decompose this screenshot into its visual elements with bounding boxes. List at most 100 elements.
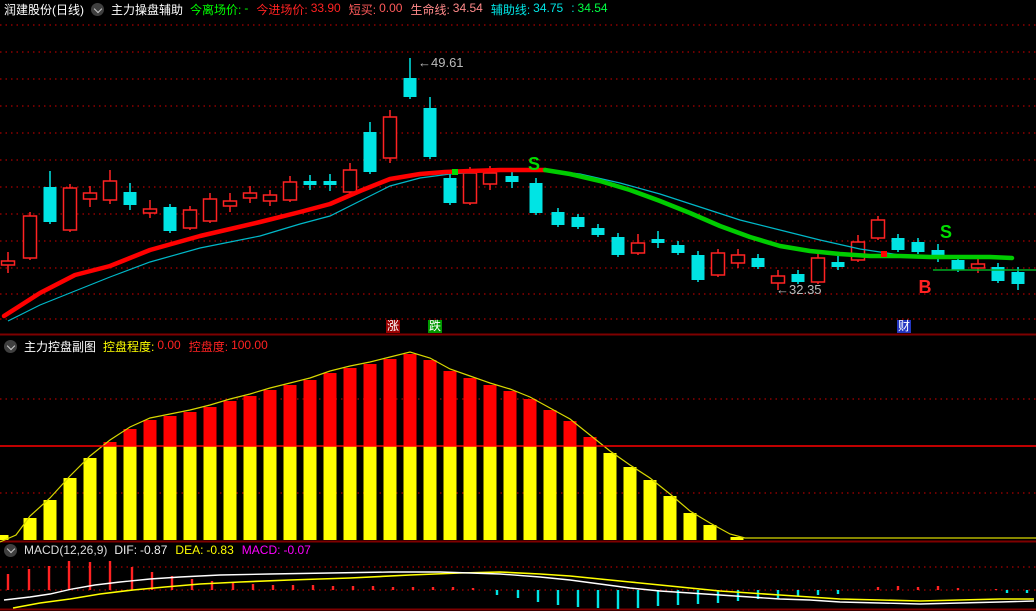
control-bar-red: [403, 354, 417, 446]
control-bar-yellow: [43, 500, 57, 540]
trading-terminal-window: S S B ←49.61 ←32.35 润建股份(日线) 主力操盘辅助 今离场价: - 今进…: [0, 0, 1036, 611]
price-annotation: ←49.61: [418, 55, 464, 70]
control-bar-yellow: [403, 446, 417, 540]
signal-dot: [452, 169, 458, 175]
candle-down: [1011, 272, 1025, 284]
candle-down: [551, 212, 565, 225]
candle-down: [671, 245, 685, 253]
signal-marker-S: S: [528, 154, 540, 174]
control-bar-yellow: [463, 446, 477, 540]
candle-down: [691, 255, 705, 280]
signal-dot: [881, 251, 887, 257]
candle-up: [82, 192, 98, 200]
macd-field: DIF: -0.87: [114, 543, 167, 557]
main-field: 生命线: 34.54: [410, 1, 482, 18]
main-field: 辅助线: 34.75: [491, 1, 563, 18]
macd-field-label: DIF:: [114, 543, 138, 557]
panel2-indicator-name[interactable]: 主力控盘副图: [24, 338, 96, 355]
candle-down: [323, 181, 337, 185]
strip-label-财[interactable]: 财: [897, 320, 912, 333]
main-field: 今进场价: 33.90: [256, 1, 340, 18]
control-bar-yellow: [383, 446, 397, 540]
control-bar-red: [363, 364, 377, 446]
control-bar-yellow: [703, 525, 717, 540]
main-indicator-name[interactable]: 主力操盘辅助: [111, 1, 183, 18]
candle-up: [102, 180, 118, 201]
candle-down: [443, 178, 457, 203]
control-bar-yellow: [203, 446, 217, 540]
candle-down: [529, 183, 543, 213]
control-bar-yellow: [83, 458, 97, 540]
main-field-value: 34.54: [577, 1, 608, 15]
control-bar-red: [543, 410, 557, 446]
candle-down: [43, 187, 57, 222]
control-bar-yellow: [523, 446, 537, 540]
main-field-label: 生命线:: [410, 3, 450, 17]
control-bar-yellow: [603, 453, 617, 540]
control-bar-yellow: [343, 446, 357, 540]
candle-up: [282, 181, 298, 201]
control-bar-yellow: [63, 478, 77, 540]
price-annotation: ←32.35: [776, 282, 822, 297]
control-bar-red: [443, 371, 457, 446]
strip-label-跌[interactable]: 跌: [428, 320, 443, 333]
control-bar-yellow: [303, 446, 317, 540]
macd-field-value: -0.07: [283, 543, 311, 557]
main-field-value: 34.75: [533, 1, 564, 15]
control-bar-red: [283, 385, 297, 446]
macd-field: DEA: -0.83: [175, 543, 233, 557]
main-field-value: 0.00: [379, 1, 403, 15]
panel2-header: 主力控盘副图 控盘程度: 0.00 控盘度: 100.00: [4, 338, 268, 355]
candle-up: [182, 209, 198, 229]
candle-up: [462, 172, 478, 204]
control-bar-red: [483, 385, 497, 446]
candle-down: [751, 258, 765, 267]
control-bar-red: [383, 359, 397, 446]
candle-up: [202, 198, 218, 222]
control-bar-yellow: [663, 496, 677, 540]
candle-down: [651, 239, 665, 243]
candle-up: [0, 260, 16, 266]
candle-up: [62, 187, 78, 231]
control-bar-yellow: [263, 446, 277, 540]
candle-down: [891, 238, 905, 250]
control-bar-red: [223, 401, 237, 446]
collapse-chevron-icon[interactable]: [91, 3, 104, 16]
candle-up: [630, 242, 646, 254]
macd-header: MACD(12,26,9) DIF: -0.87 DEA: -0.83 MACD: -0.…: [4, 543, 311, 557]
candle-up: [22, 215, 38, 259]
control-bar-yellow: [123, 446, 137, 540]
strip-label-涨[interactable]: 涨: [386, 320, 401, 333]
candle-up: [810, 257, 826, 283]
control-bar-yellow: [283, 446, 297, 540]
control-bar-yellow: [223, 446, 237, 540]
main-field: 今离场价: -: [190, 1, 248, 18]
candle-down: [611, 237, 625, 255]
candle-up: [142, 208, 158, 214]
collapse-chevron-icon[interactable]: [4, 543, 17, 557]
candle-down: [303, 181, 317, 185]
candle-up: [262, 194, 278, 202]
candle-down: [163, 207, 177, 231]
panel2-field-value: 0.00: [157, 338, 181, 352]
candle-up: [710, 252, 726, 276]
panel2-field: 控盘程度: 0.00: [103, 338, 181, 355]
candle-up: [970, 263, 986, 269]
chart-canvas: S S B ←49.61 ←32.35: [0, 24, 1036, 611]
macd-indicator-name[interactable]: MACD(12,26,9): [24, 543, 107, 557]
control-bar-yellow: [423, 446, 437, 540]
collapse-chevron-icon[interactable]: [4, 340, 17, 353]
candle-up: [242, 192, 258, 199]
control-bar-yellow: [323, 446, 337, 540]
main-field-label: 辅助线:: [490, 3, 531, 17]
candle-up: [222, 200, 238, 207]
main-field-label: 短买:: [348, 3, 377, 17]
symbol-title: 润建股份(日线): [4, 3, 84, 17]
panel2-field: 控盘度: 100.00: [189, 338, 268, 355]
control-bar-yellow: [243, 446, 257, 540]
signal-marker-S: S: [940, 222, 952, 242]
control-bar-red: [423, 360, 437, 446]
control-bar-yellow: [163, 446, 177, 540]
candle-down: [951, 260, 965, 270]
control-bar-yellow: [643, 480, 657, 540]
